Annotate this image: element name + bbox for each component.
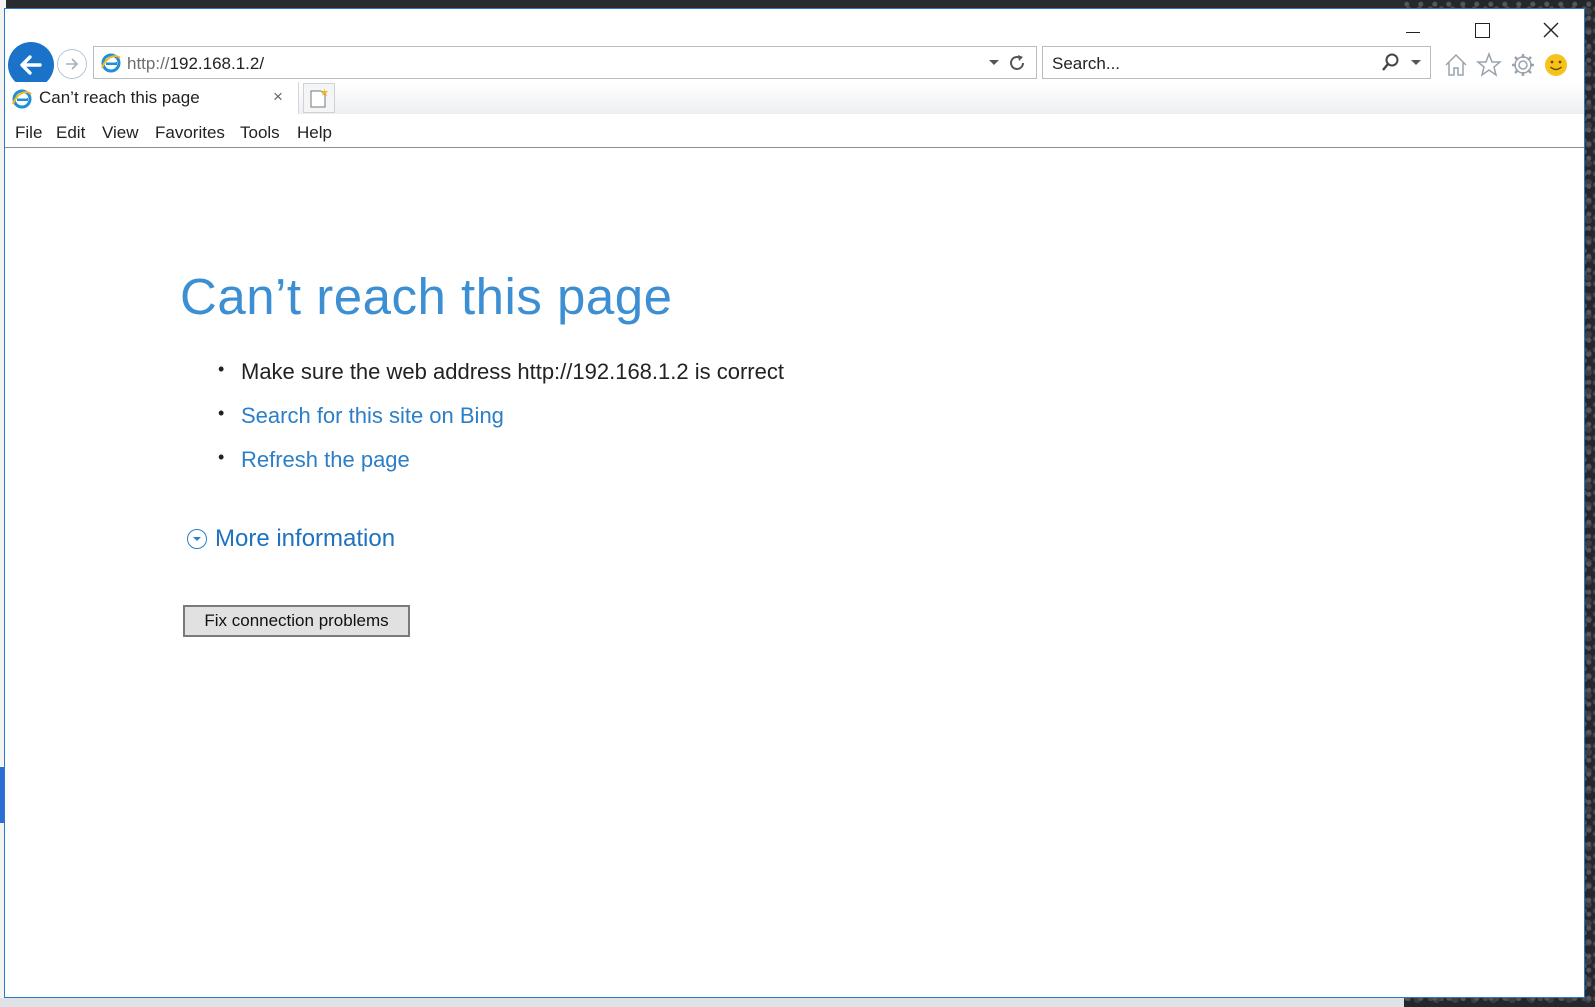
close-icon <box>1543 22 1559 38</box>
url-protocol: http:// <box>127 54 170 73</box>
search-bing-link[interactable]: Search for this site on Bing <box>241 403 504 428</box>
close-button[interactable] <box>1529 15 1573 45</box>
minimize-icon <box>1406 31 1420 33</box>
home-icon[interactable] <box>1443 52 1469 78</box>
title-bar <box>5 9 1584 47</box>
forward-button[interactable] <box>57 49 87 79</box>
ie-logo-icon <box>101 53 121 73</box>
new-tab-button[interactable] <box>303 83 335 113</box>
address-url[interactable]: http://192.168.1.2/ <box>127 54 264 74</box>
address-bar[interactable]: http://192.168.1.2/ <box>93 46 1037 79</box>
search-box[interactable] <box>1042 46 1431 80</box>
more-information-label: More information <box>215 525 396 552</box>
menu-favorites[interactable]: Favorites <box>155 123 225 143</box>
chevron-down-icon <box>187 529 207 549</box>
refresh-page-link[interactable]: Refresh the page <box>241 447 410 472</box>
list-item: Make sure the web address http://192.168… <box>218 359 784 403</box>
maximize-button[interactable] <box>1460 15 1504 45</box>
refresh-icon[interactable] <box>1006 52 1028 74</box>
tab-title: Can’t reach this page <box>39 88 200 107</box>
menu-file[interactable]: File <box>15 123 42 143</box>
list-item: Search for this site on Bing <box>218 403 784 447</box>
menu-edit[interactable]: Edit <box>56 123 85 143</box>
tab-bar: Can’t reach this page × <box>5 82 1584 114</box>
more-information-toggle[interactable]: More information <box>187 524 395 554</box>
menu-help[interactable]: Help <box>297 123 332 143</box>
search-input[interactable] <box>1043 47 1374 80</box>
desktop-bottom-edge <box>0 998 1404 1007</box>
url-host: 192.168.1.2/ <box>169 54 265 73</box>
search-dropdown-icon[interactable] <box>1410 55 1422 69</box>
search-icon[interactable] <box>1380 52 1402 74</box>
list-item: Refresh the page <box>218 447 784 491</box>
fix-connection-button[interactable]: Fix connection problems <box>183 605 410 637</box>
tab-close-icon[interactable]: × <box>273 87 283 107</box>
menu-view[interactable]: View <box>102 123 139 143</box>
page-content: Can’t reach this page Make sure the web … <box>5 149 1584 997</box>
smiley-feedback-icon[interactable] <box>1543 52 1569 78</box>
menu-tools[interactable]: Tools <box>240 123 280 143</box>
new-tab-icon <box>310 88 328 108</box>
page-title: Can’t reach this page <box>180 268 673 325</box>
maximize-icon <box>1474 22 1490 38</box>
favorites-star-icon[interactable] <box>1476 52 1502 78</box>
dropdown-icon[interactable] <box>988 55 1000 69</box>
forward-arrow-icon <box>66 58 79 70</box>
suggestion-list: Make sure the web address http://192.168… <box>218 359 784 491</box>
back-arrow-icon <box>20 55 42 75</box>
tab-active[interactable]: Can’t reach this page × <box>5 82 299 114</box>
tab-ie-logo-icon <box>12 89 32 109</box>
menu-bar: File Edit View Favorites Tools Help <box>5 115 1584 148</box>
gear-icon[interactable] <box>1510 52 1536 78</box>
check-address-text: Make sure the web address http://192.168… <box>241 359 784 384</box>
minimize-button[interactable] <box>1391 15 1435 45</box>
browser-window: http://192.168.1.2/ Search... Can’t reac… <box>4 8 1585 998</box>
